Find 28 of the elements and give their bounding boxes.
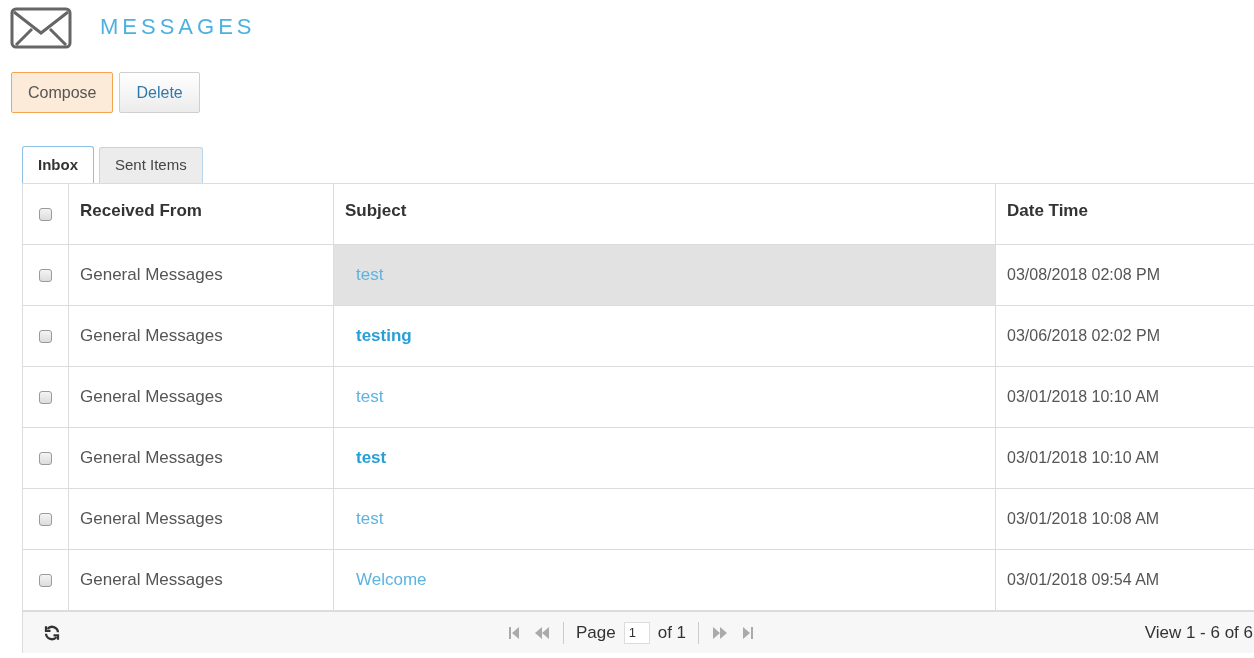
checkbox[interactable] [39, 207, 52, 221]
table-cell: 03/01/2018 10:10 AM [996, 428, 1254, 489]
compose-button[interactable]: Compose [11, 72, 114, 113]
page-input[interactable]: 1 [623, 621, 650, 644]
table-cell: 03/08/2018 02:08 PM [996, 245, 1254, 306]
envelope-icon [10, 5, 72, 51]
column-header[interactable]: Date Time [996, 184, 1254, 245]
page-count: of 1 [657, 621, 687, 644]
table-cell: 03/01/2018 10:10 AM [996, 367, 1254, 428]
table-cell: 03/06/2018 02:02 PM [996, 306, 1254, 367]
checkbox[interactable] [39, 512, 52, 526]
column-header[interactable]: Received From [69, 184, 334, 245]
checkbox[interactable] [39, 573, 52, 587]
checkbox[interactable] [39, 390, 52, 404]
checkbox[interactable] [39, 451, 52, 465]
checkbox[interactable] [39, 268, 52, 282]
checkbox[interactable] [39, 329, 52, 343]
page-label: Page [576, 621, 616, 644]
table-cell: 03/01/2018 10:08 AM [996, 489, 1254, 550]
page-title: MESSAGES [100, 13, 256, 41]
view-count: View 1 - 6 of 6 [1144, 621, 1253, 644]
refresh-icon[interactable] [43, 623, 61, 642]
previous-page-icon[interactable] [533, 624, 551, 641]
delete-button[interactable]: Delete [119, 72, 200, 113]
last-page-icon[interactable] [741, 624, 756, 641]
tab[interactable]: Inbox [22, 146, 94, 183]
first-page-icon[interactable] [507, 624, 521, 641]
tab[interactable]: Sent Items [99, 147, 203, 183]
